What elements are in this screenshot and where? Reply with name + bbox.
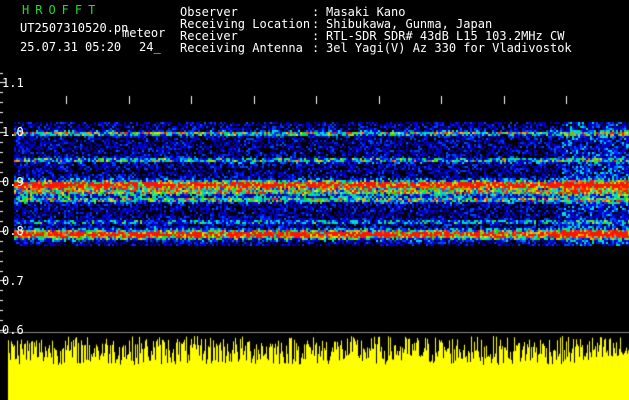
freq-tick-label: 0.9	[2, 174, 24, 189]
spectrogram-plot: 1.1 1.0 0.9 0.8 0.7 0.6	[0, 72, 629, 400]
filename-label: UT2507310520.pn	[20, 21, 129, 35]
freq-tick-label: 0.7	[2, 273, 24, 288]
spectrogram-canvas	[0, 72, 629, 400]
antenna-label: Receiving Antenna	[180, 41, 303, 55]
antenna-value: 3el Yagi(V) Az 330 for Vladivostok	[326, 41, 572, 55]
colon: :	[312, 41, 320, 55]
app-logo: HROFFT	[22, 3, 102, 17]
freq-tick-label: 1.1	[2, 75, 24, 90]
freq-tick-label: 0.8	[2, 224, 24, 238]
timestamp-label: 25.07.31 05:20	[20, 40, 122, 54]
channel-label: 24_	[139, 40, 161, 54]
mode-label: meteor	[122, 26, 166, 40]
freq-tick-label: 1.0	[2, 125, 24, 139]
freq-tick-label: 0.6	[2, 323, 24, 337]
